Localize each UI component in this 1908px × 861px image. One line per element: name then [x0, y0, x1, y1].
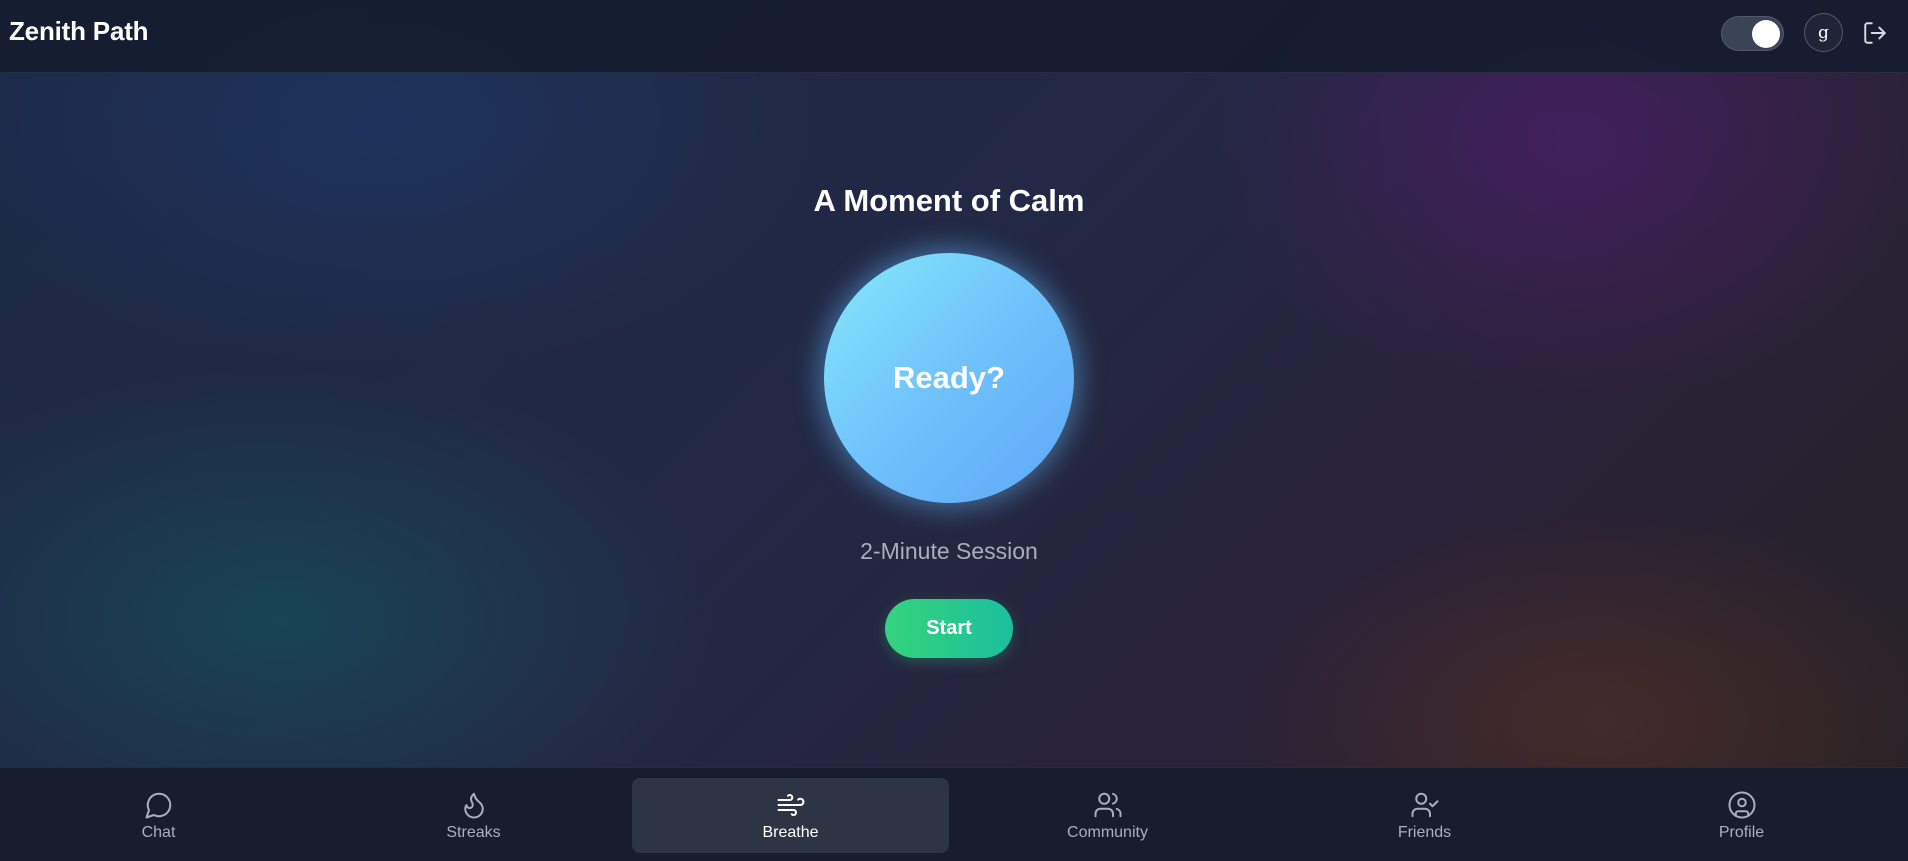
circle-label: Ready? — [893, 360, 1005, 395]
nav-item-profile[interactable]: Profile — [1583, 778, 1900, 853]
breathing-circle[interactable]: Ready? — [824, 253, 1074, 503]
users-icon — [1094, 792, 1121, 817]
theme-toggle[interactable] — [1721, 16, 1784, 51]
nav-item-streaks[interactable]: Streaks — [315, 778, 632, 853]
toggle-knob — [1752, 20, 1780, 48]
logout-icon — [1864, 22, 1886, 44]
chat-bubble-icon — [145, 792, 171, 818]
avatar[interactable]: g — [1804, 13, 1843, 52]
session-duration-label: 2-Minute Session — [860, 538, 1038, 564]
nav-item-breathe[interactable]: Breathe — [632, 778, 949, 853]
page-title: A Moment of Calm — [813, 183, 1085, 218]
nav-label: Profile — [1718, 823, 1765, 841]
top-header: Zenith Path g — [0, 0, 1908, 73]
app-title: Zenith Path — [9, 16, 149, 46]
logout-button[interactable] — [1862, 20, 1888, 46]
nav-item-community[interactable]: Community — [949, 778, 1266, 853]
nav-label: Friends — [1397, 823, 1452, 841]
bottom-nav: Chat Streaks Breathe Community Friends P… — [0, 767, 1908, 861]
nav-label: Streaks — [446, 823, 501, 841]
nav-item-chat[interactable]: Chat — [0, 778, 317, 853]
nav-item-friends[interactable]: Friends — [1266, 778, 1583, 853]
wind-icon — [777, 793, 804, 816]
start-button[interactable]: Start — [885, 599, 1013, 658]
nav-label: Community — [1067, 823, 1148, 841]
user-circle-icon — [1728, 791, 1755, 818]
nav-label: Chat — [141, 823, 176, 841]
nav-label: Breathe — [762, 823, 819, 841]
user-check-icon — [1411, 792, 1438, 817]
flame-icon — [463, 792, 484, 818]
